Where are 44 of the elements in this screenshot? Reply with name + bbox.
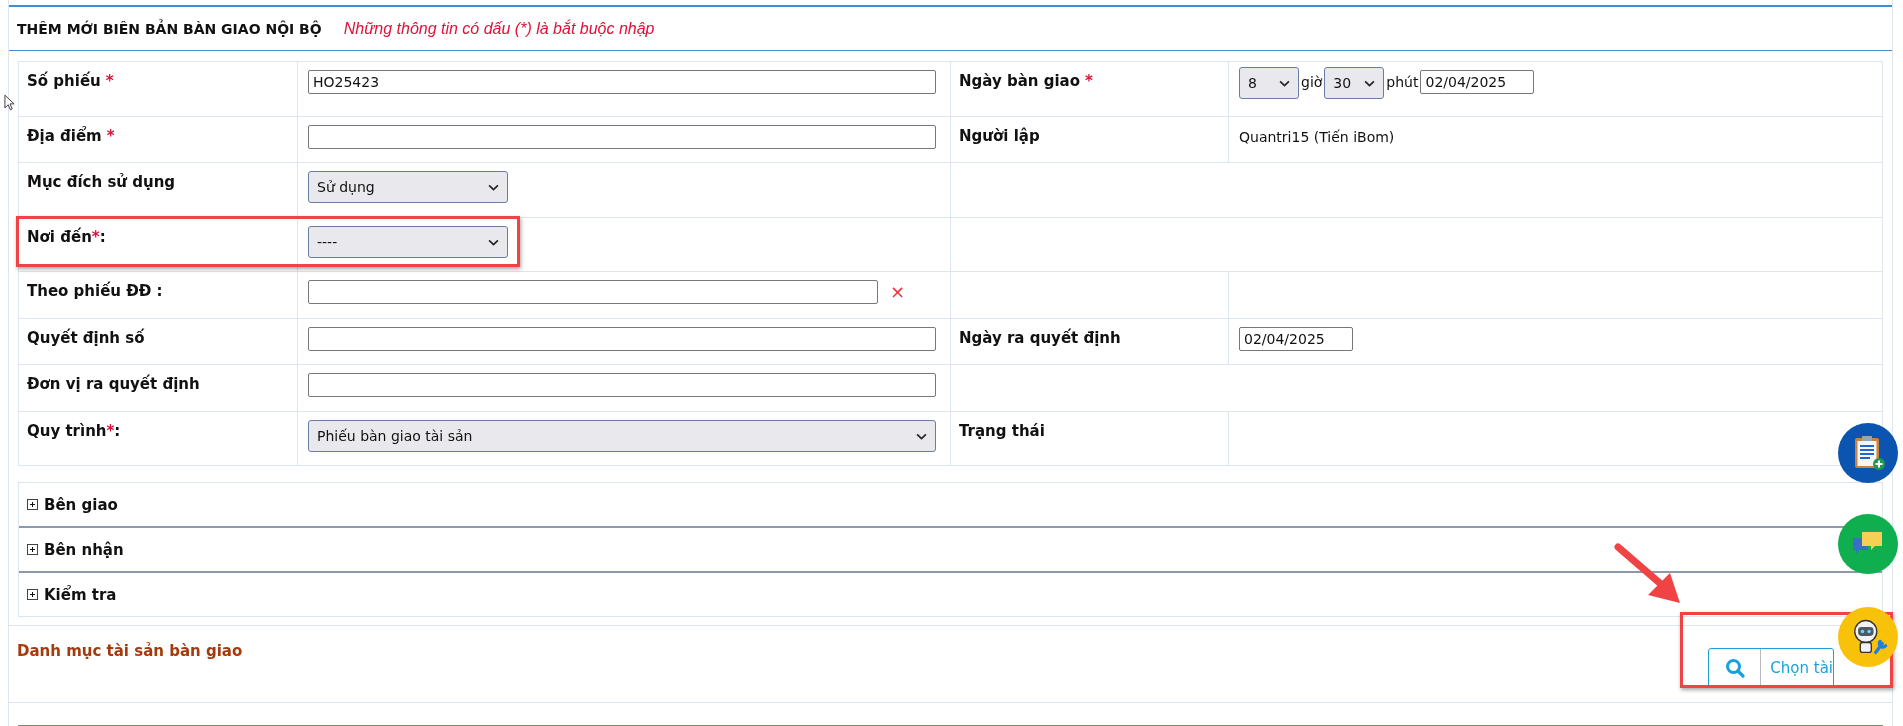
collapsible-section[interactable]: Bên giao: [27, 495, 118, 514]
field-value: Quantri15 (Tiến iBom): [1239, 128, 1395, 147]
chat-button[interactable]: [1838, 514, 1898, 574]
dropdown[interactable]: Sử dụng: [308, 171, 508, 203]
field-label: Người lập: [959, 126, 1040, 146]
field-label: Nơi đến*:: [27, 227, 106, 247]
text-field[interactable]: [308, 373, 936, 397]
minute-dropdown[interactable]: 30: [1324, 67, 1385, 99]
field-label: Ngày ra quyết định: [959, 328, 1121, 348]
field-label: Địa điểm *: [27, 126, 115, 146]
date-field[interactable]: 02/04/2025: [1239, 327, 1353, 351]
field-label: Ngày bàn giao *: [959, 71, 1093, 91]
collapsible-section[interactable]: Kiểm tra: [27, 585, 117, 604]
chevron-icon: [488, 238, 499, 246]
clipboard-add-button[interactable]: [1838, 423, 1898, 483]
date-field[interactable]: 02/04/2025: [1420, 70, 1535, 94]
field-label: Đơn vị ra quyết định: [27, 374, 200, 394]
chevron-icon: [488, 183, 499, 191]
chevron-icon: [916, 432, 927, 440]
text-field[interactable]: [308, 280, 878, 304]
robot-support-button[interactable]: [1838, 607, 1898, 667]
field-label: Theo phiếu ĐĐ :: [27, 281, 163, 301]
clear-button[interactable]: ×: [890, 280, 906, 304]
collapsible-section[interactable]: Bên nhận: [27, 540, 124, 559]
field-label: Quyết định số: [27, 328, 145, 348]
unit-label: giờ: [1301, 73, 1323, 92]
field-label: Trạng thái: [959, 421, 1045, 441]
chevron-icon: [1364, 79, 1376, 87]
unit-label: phút: [1386, 73, 1419, 92]
field-label: Mục đích sử dụng: [27, 172, 176, 192]
text-field[interactable]: [308, 125, 936, 149]
field-label: Số phiếu *: [27, 71, 114, 91]
chevron-icon: [1279, 79, 1290, 87]
required-note: Những thông tin có dấu (*) là bắt buộc nhập: [343, 19, 655, 38]
search-icon: [1724, 658, 1745, 678]
field-label: Quy trình*:: [27, 421, 121, 441]
text-field[interactable]: HO25423: [308, 70, 936, 94]
dropdown[interactable]: ----: [308, 226, 508, 258]
mouse-cursor-icon: [4, 94, 15, 111]
dropdown[interactable]: Phiếu bàn giao tài sản: [308, 420, 936, 452]
form-title: THÊM MỚI BIÊN BẢN BÀN GIAO NỘI BỘ: [17, 20, 322, 37]
section-title: Danh mục tài sản bàn giao: [17, 642, 243, 660]
hour-dropdown[interactable]: 8: [1239, 67, 1299, 99]
text-field[interactable]: [308, 327, 936, 351]
